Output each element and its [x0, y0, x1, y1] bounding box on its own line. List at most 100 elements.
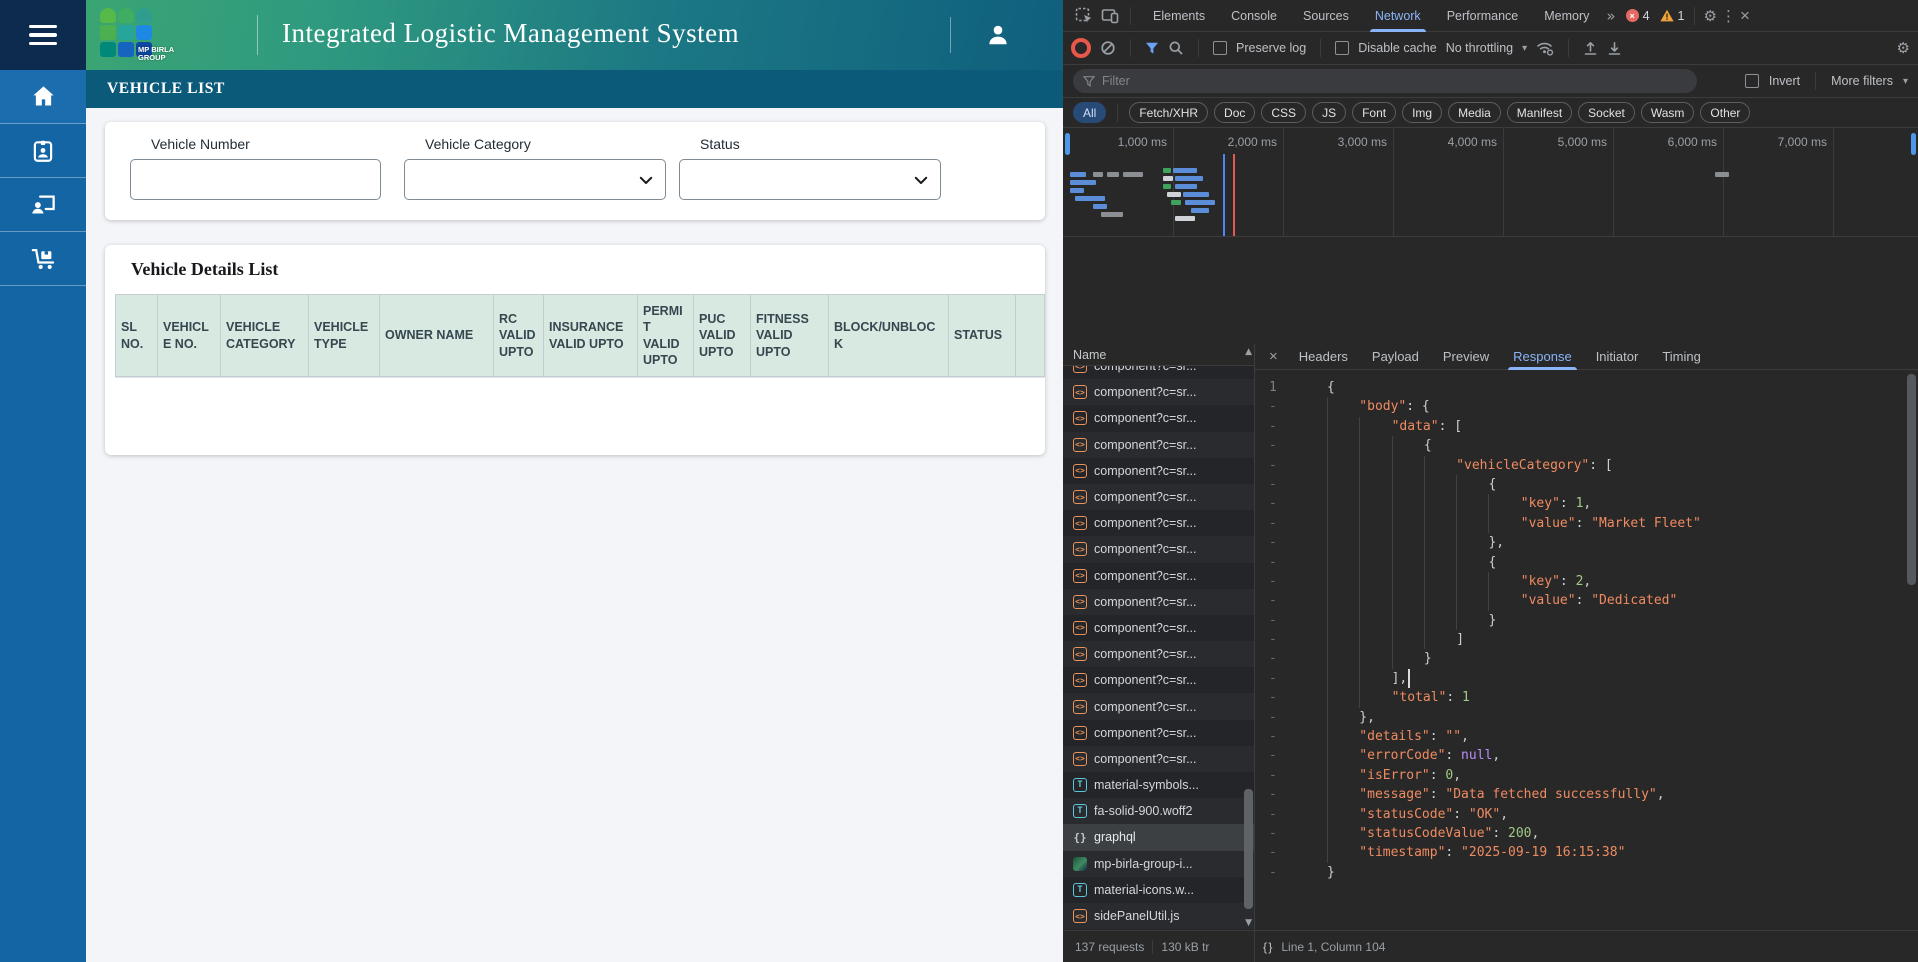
request-row[interactable]: mp-birla-group-i... — [1063, 850, 1254, 877]
clear-network-log-icon[interactable] — [1100, 40, 1116, 56]
throttling-select[interactable]: No throttling — [1446, 41, 1513, 55]
request-row[interactable]: Tfa-solid-900.woff2 — [1063, 798, 1254, 825]
code-text: { — [1327, 436, 1432, 456]
request-row[interactable]: <> component?c=sr... — [1063, 405, 1254, 432]
close-request-icon[interactable]: × — [1261, 348, 1286, 365]
response-tab-initiator[interactable]: Initiator — [1585, 344, 1650, 370]
response-tab-headers[interactable]: Headers — [1288, 344, 1359, 370]
request-row[interactable]: <> component?c=sr... — [1063, 641, 1254, 668]
chip-doc[interactable]: Doc — [1214, 102, 1256, 123]
js-file-icon: <> — [1073, 366, 1087, 374]
request-row[interactable]: <> component?c=sr... — [1063, 379, 1254, 406]
chip-js[interactable]: JS — [1312, 102, 1347, 123]
request-row[interactable]: <> component?c=sr... — [1063, 536, 1254, 563]
request-row[interactable]: Tmaterial-icons.w... — [1063, 876, 1254, 903]
disable-cache-checkbox[interactable] — [1335, 41, 1350, 55]
export-har-icon[interactable] — [1607, 41, 1622, 56]
request-row[interactable]: <> component?c=sr... — [1063, 719, 1254, 746]
filter-input[interactable]: Filter — [1073, 69, 1697, 93]
filter-select[interactable] — [404, 159, 666, 200]
timeline-right-handle[interactable] — [1911, 133, 1916, 155]
scroll-up-icon[interactable]: ▲ — [1245, 347, 1252, 357]
tab-performance[interactable]: Performance — [1434, 0, 1532, 32]
response-scrollbar[interactable] — [1907, 374, 1916, 585]
user-profile-button[interactable] — [978, 17, 1018, 53]
scroll-down-icon[interactable]: ▼ — [1245, 918, 1252, 928]
chip-font[interactable]: Font — [1352, 102, 1397, 123]
sidebar-item-badge[interactable] — [0, 124, 86, 178]
response-tab-timing[interactable]: Timing — [1651, 344, 1712, 370]
request-row[interactable]: Tmaterial-symbols... — [1063, 772, 1254, 799]
transferred-size: 130 kB tr — [1161, 939, 1210, 954]
request-row[interactable]: <> component?c=sr... — [1063, 366, 1254, 380]
tab-console[interactable]: Console — [1218, 0, 1290, 32]
chip-css[interactable]: CSS — [1261, 102, 1307, 123]
request-row[interactable]: <> component?c=sr... — [1063, 510, 1254, 537]
close-devtools-icon[interactable]: × — [1740, 6, 1750, 26]
chip-media[interactable]: Media — [1448, 102, 1501, 123]
request-list-header[interactable]: Name — [1063, 344, 1254, 366]
sidebar-item-trolley[interactable] — [0, 232, 86, 286]
request-row[interactable]: <> component?c=sr... — [1063, 693, 1254, 720]
app-title: Integrated Logistic Management System — [282, 18, 740, 48]
tab-elements[interactable]: Elements — [1140, 0, 1218, 32]
search-icon[interactable] — [1168, 40, 1184, 56]
inspect-element-button[interactable] — [1073, 5, 1095, 27]
request-row[interactable]: <> component?c=sr... — [1063, 667, 1254, 694]
kebab-menu-icon[interactable]: ⋮ — [1721, 7, 1736, 25]
error-badge[interactable]: × 4 — [1625, 9, 1650, 23]
js-file-icon: <> — [1073, 620, 1087, 635]
timeline-left-handle[interactable] — [1065, 133, 1070, 155]
network-overview-timeline[interactable]: 1,000 ms 2,000 ms 3,000 ms 4,000 ms 5,000 ms… — [1063, 128, 1918, 237]
filter-select[interactable] — [679, 159, 941, 200]
request-row[interactable]: <> sidePanelUtil.js — [1063, 902, 1254, 930]
request-row[interactable]: <> component?c=sr... — [1063, 588, 1254, 615]
indent-guide — [1391, 630, 1424, 650]
code-text: } — [1327, 610, 1496, 631]
request-list-scrollbar[interactable] — [1244, 789, 1253, 909]
import-har-icon[interactable] — [1583, 41, 1598, 56]
request-row[interactable]: {} graphql — [1063, 824, 1254, 851]
request-row[interactable]: <> component?c=sr... — [1063, 457, 1254, 484]
chip-manifest[interactable]: Manifest — [1506, 102, 1573, 123]
sidebar-item-copresent[interactable] — [0, 178, 86, 232]
request-row[interactable]: <> component?c=sr... — [1063, 745, 1254, 772]
request-row[interactable]: <> component?c=sr... — [1063, 614, 1254, 642]
device-toolbar-button[interactable] — [1099, 5, 1121, 27]
response-tab-payload[interactable]: Payload — [1361, 344, 1430, 370]
warning-badge[interactable]: 1 — [1659, 9, 1685, 23]
chip-img[interactable]: Img — [1402, 102, 1443, 123]
filter-toggle-icon[interactable] — [1145, 42, 1159, 55]
chip-fetchxhr[interactable]: Fetch/XHR — [1129, 102, 1209, 123]
response-tab-preview[interactable]: Preview — [1432, 344, 1500, 370]
menu-button[interactable] — [0, 0, 86, 70]
request-row[interactable]: <> component?c=sr... — [1063, 483, 1254, 511]
filter-text-input[interactable] — [130, 159, 381, 200]
tab-sources[interactable]: Sources — [1290, 0, 1362, 32]
response-tab-response[interactable]: Response — [1502, 344, 1583, 370]
request-row[interactable]: <> component?c=sr... — [1063, 431, 1254, 458]
code-gutter: - — [1269, 864, 1277, 880]
network-conditions-icon[interactable] — [1536, 40, 1554, 56]
indent-guide — [1327, 630, 1359, 650]
code-text: { — [1327, 378, 1335, 397]
request-row[interactable]: <> component?c=sr... — [1063, 562, 1254, 589]
chip-socket[interactable]: Socket — [1578, 102, 1635, 123]
tab-memory[interactable]: Memory — [1531, 0, 1602, 32]
chip-all[interactable]: All — [1073, 102, 1107, 123]
token: { — [1488, 476, 1497, 492]
tab-network[interactable]: Network — [1362, 0, 1434, 32]
invert-checkbox[interactable] — [1744, 74, 1759, 88]
settings-gear-icon[interactable]: ⚙ — [1704, 7, 1717, 25]
format-braces-icon[interactable]: { } — [1263, 940, 1272, 954]
chip-other[interactable]: Other — [1700, 102, 1751, 123]
more-tabs-button[interactable]: » — [1606, 7, 1615, 25]
filter-funnel-icon — [1083, 75, 1095, 87]
network-settings-gear-icon[interactable]: ⚙ — [1897, 39, 1910, 57]
chip-wasm[interactable]: Wasm — [1640, 102, 1695, 123]
response-body-viewer[interactable]: 1{- "body": {- "data": [-{- "vehicleCategor… — [1255, 370, 1918, 930]
sidebar-item-home[interactable] — [0, 70, 86, 124]
more-filters-button[interactable]: More filters — [1831, 74, 1893, 88]
record-network-log-button[interactable] — [1071, 38, 1091, 58]
preserve-log-checkbox[interactable] — [1213, 41, 1227, 55]
